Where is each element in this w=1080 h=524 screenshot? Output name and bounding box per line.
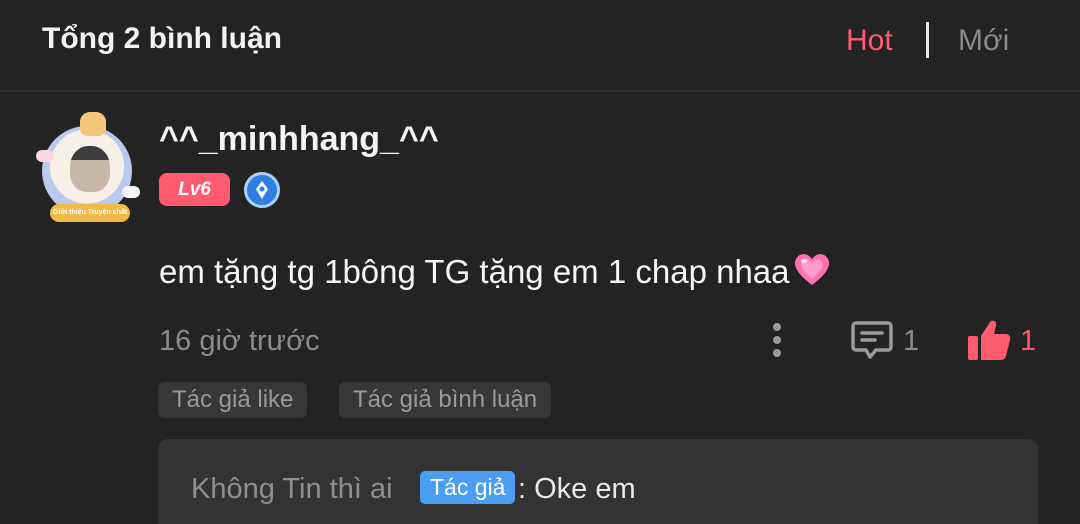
avatar-photo — [70, 146, 110, 192]
verified-badge-icon — [244, 172, 280, 208]
comment-timestamp: 16 giờ trước — [159, 325, 320, 357]
sort-new-tab[interactable]: Mới — [958, 24, 1009, 58]
header-divider — [0, 90, 1080, 92]
sort-divider — [926, 22, 929, 58]
reply-count: 1 — [903, 325, 920, 357]
comments-header: Tổng 2 bình luận Hot Mới — [0, 0, 1080, 82]
level-badge: Lv6 — [159, 173, 230, 206]
avatar-decoration-right — [122, 186, 140, 198]
pink-heart-icon — [792, 251, 832, 295]
crown-icon — [80, 112, 106, 136]
thumbs-up-icon[interactable] — [966, 318, 1012, 362]
more-options-icon[interactable] — [766, 320, 788, 360]
reply-icon[interactable] — [850, 319, 894, 361]
avatar[interactable]: Giới thiệu Truyện chất — [36, 112, 140, 228]
author-liked-tag: Tác giả like — [158, 382, 308, 418]
reply-author-name[interactable]: Không Tin thì ai — [191, 473, 393, 506]
comment-total-title: Tổng 2 bình luận — [42, 22, 282, 55]
sort-hot-tab[interactable]: Hot — [846, 24, 893, 58]
comment-body: em tặng tg 1bông TG tặng em 1 chap nhaa — [159, 253, 790, 290]
comment-text: em tặng tg 1bông TG tặng em 1 chap nhaa — [159, 251, 832, 295]
author-badge: Tác giả — [420, 471, 516, 504]
like-count: 1 — [1020, 325, 1037, 357]
avatar-decoration-left — [36, 150, 54, 162]
avatar-frame-banner: Giới thiệu Truyện chất — [50, 204, 130, 222]
author-replied-tag: Tác giả bình luận — [339, 382, 552, 418]
username[interactable]: ^^_minhhang_^^ — [159, 120, 439, 159]
reply-preview[interactable]: Không Tin thì ai Tác giả : Oke em — [158, 439, 1038, 524]
reply-text: : Oke em — [518, 473, 636, 505]
